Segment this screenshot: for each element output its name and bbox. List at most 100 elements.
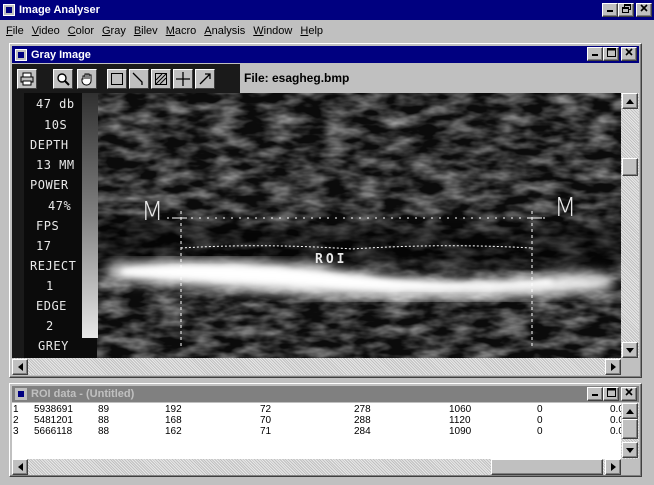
table-cell: 88 <box>98 426 110 437</box>
table-cell: 71 <box>260 426 272 437</box>
scroll-left-button[interactable] <box>12 359 28 375</box>
table-row[interactable]: 1 5938691 89 192 72 278 1060 0 0.0 <box>12 404 624 415</box>
table-cell: 5938691 <box>34 404 73 415</box>
gray-image-close-button[interactable] <box>621 47 637 61</box>
roi-scroll-corner <box>621 459 639 475</box>
menu-file[interactable]: File <box>2 25 28 37</box>
file-label: File: esagheg.bmp <box>244 71 350 85</box>
menu-analysis[interactable]: Analysis <box>200 25 249 37</box>
table-cell: 168 <box>165 415 182 426</box>
readout-8: REJECT <box>30 259 77 273</box>
gray-image-titlebar[interactable]: Gray Image <box>12 46 639 63</box>
table-cell: 278 <box>354 404 371 415</box>
table-cell: 192 <box>165 404 182 415</box>
menu-macro[interactable]: Macro <box>162 25 201 37</box>
scroll-down-icon <box>626 347 634 353</box>
app-title: Image Analyser <box>19 4 100 16</box>
arrow-tool-button[interactable] <box>195 69 215 89</box>
table-row[interactable]: 2 5481201 88 168 70 288 1120 0 0.0 <box>12 415 624 426</box>
table-cell: 1120 <box>449 415 471 426</box>
hand-button[interactable] <box>77 69 97 89</box>
menu-gray[interactable]: Gray <box>98 25 130 37</box>
roi-scroll-up-button[interactable] <box>622 403 638 419</box>
crosshair-tool-button[interactable] <box>173 69 193 89</box>
roi-data-table: 1 5938691 89 192 72 278 1060 0 0.0 2 5481201 88 168 7… <box>12 403 624 459</box>
roi-window-icon[interactable] <box>15 388 27 400</box>
rectangle-icon <box>111 73 123 85</box>
menu-window[interactable]: Window <box>249 25 296 37</box>
scroll-up-icon <box>626 408 634 414</box>
line-tool-button[interactable] <box>129 69 149 89</box>
roi-scroll-left-button[interactable] <box>12 459 28 475</box>
gray-image-hscroll[interactable] <box>12 358 621 375</box>
table-cell: 0 <box>537 415 543 426</box>
app-icon[interactable] <box>3 4 15 16</box>
roi-vscroll-thumb[interactable] <box>622 419 638 439</box>
gray-image-vscroll[interactable] <box>621 93 639 358</box>
readout-0: 47 db <box>36 97 75 111</box>
menu-video[interactable]: Video <box>28 25 64 37</box>
line-icon <box>132 72 143 85</box>
arrow-icon <box>199 73 211 85</box>
roi-maximize-button[interactable] <box>603 387 619 401</box>
hand-icon <box>81 73 92 86</box>
fill-icon <box>155 73 167 85</box>
readout-5: 47% <box>48 199 72 213</box>
readout-9: 1 <box>46 279 54 293</box>
scroll-down-icon <box>626 447 634 453</box>
readout-3: 13 MM <box>36 158 75 172</box>
gray-image-maximize-button[interactable] <box>603 47 619 61</box>
table-cell: 0 <box>537 426 543 437</box>
readout-6: FPS <box>36 219 60 233</box>
rectangle-tool-button[interactable] <box>107 69 127 89</box>
gray-image-title: Gray Image <box>31 48 91 61</box>
scroll-up-icon <box>626 98 634 104</box>
app-close-button[interactable] <box>636 3 652 17</box>
gray-image-window-icon[interactable] <box>15 48 27 61</box>
table-row[interactable]: 3 5666118 88 162 71 284 1090 0 0.0 <box>12 426 624 437</box>
table-cell: 5481201 <box>34 415 73 426</box>
menu-color[interactable]: Color <box>64 25 98 37</box>
ultrasound-scan <box>12 93 621 358</box>
menu-bar: File Video Color Gray Bilev Macro Analysis Wind… <box>0 21 654 40</box>
roi-scroll-right-button[interactable] <box>605 459 621 475</box>
fill-tool-button[interactable] <box>151 69 171 89</box>
gray-image-minimize-button[interactable] <box>587 47 603 61</box>
scroll-left-icon <box>17 463 23 471</box>
marker-left: M <box>141 197 164 227</box>
ultrasound-image[interactable]: 47 db 10S DEPTH 13 MM POWER 47% FPS 17 REJECT 1 ED… <box>12 93 621 358</box>
app-titlebar[interactable]: Image Analyser <box>0 0 654 20</box>
vscroll-thumb[interactable] <box>622 158 638 176</box>
print-button[interactable] <box>17 69 37 89</box>
table-cell: 3 <box>13 426 19 437</box>
roi-minimize-button[interactable] <box>587 387 603 401</box>
table-cell: 1 <box>13 404 19 415</box>
app-minimize-button[interactable] <box>602 3 618 17</box>
table-cell: 1060 <box>449 404 472 415</box>
scroll-right-button[interactable] <box>605 359 621 375</box>
roi-hscroll-thumb[interactable] <box>491 459 603 475</box>
print-icon <box>20 72 34 86</box>
scroll-up-button[interactable] <box>622 93 638 109</box>
roi-scroll-down-button[interactable] <box>622 442 638 458</box>
roi-titlebar[interactable]: ROI data - (Untitled) <box>12 386 639 402</box>
menu-bilev[interactable]: Bilev <box>130 25 162 37</box>
zoom-button[interactable] <box>53 69 73 89</box>
menu-help[interactable]: Help <box>296 25 327 37</box>
table-cell: 1090 <box>449 426 472 437</box>
roi-close-button[interactable] <box>621 387 637 401</box>
roi-title: ROI data - (Untitled) <box>31 388 135 400</box>
app-restore-button[interactable] <box>618 3 634 17</box>
table-cell: 70 <box>260 415 272 426</box>
table-cell: 0 <box>537 404 543 415</box>
table-cell: 284 <box>354 426 371 437</box>
readout-11: 2 <box>46 319 54 333</box>
readout-12: GREY <box>38 339 69 353</box>
crosshair-icon <box>176 72 190 86</box>
roi-label: ROI <box>315 252 348 267</box>
scroll-down-button[interactable] <box>622 342 638 358</box>
table-cell: 88 <box>98 415 110 426</box>
readout-1: 10S <box>44 118 68 132</box>
readout-10: EDGE <box>36 299 67 313</box>
table-cell: 288 <box>354 415 371 426</box>
